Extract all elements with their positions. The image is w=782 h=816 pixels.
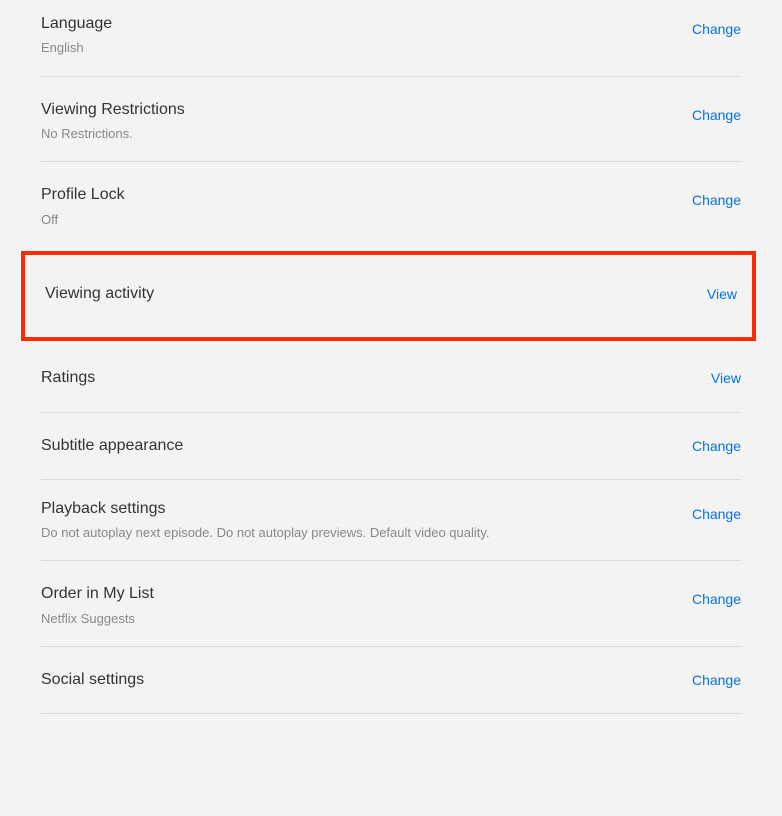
social-settings-info: Social settings [41, 669, 692, 691]
language-title: Language [41, 13, 692, 35]
viewing-activity-info: Viewing activity [45, 283, 707, 305]
viewing-restrictions-info: Viewing Restrictions No Restrictions. [41, 99, 692, 144]
language-change-link[interactable]: Change [692, 13, 741, 37]
social-settings-change-link[interactable]: Change [692, 672, 741, 688]
language-info: Language English [41, 13, 692, 58]
order-in-my-list-subtitle: Netflix Suggests [41, 610, 692, 628]
ratings-row: Ratings View [41, 341, 741, 412]
viewing-restrictions-change-link[interactable]: Change [692, 99, 741, 123]
profile-lock-info: Profile Lock Off [41, 184, 692, 229]
profile-lock-change-link[interactable]: Change [692, 184, 741, 208]
subtitle-appearance-title: Subtitle appearance [41, 435, 692, 457]
subtitle-appearance-info: Subtitle appearance [41, 435, 692, 457]
language-row: Language English Change [41, 0, 741, 77]
viewing-restrictions-subtitle: No Restrictions. [41, 125, 692, 143]
settings-list: Language English Change Viewing Restrict… [0, 0, 782, 714]
profile-lock-subtitle: Off [41, 211, 692, 229]
playback-settings-subtitle: Do not autoplay next episode. Do not aut… [41, 524, 692, 542]
language-subtitle: English [41, 39, 692, 57]
ratings-title: Ratings [41, 367, 711, 389]
viewing-restrictions-row: Viewing Restrictions No Restrictions. Ch… [41, 77, 741, 163]
ratings-view-link[interactable]: View [711, 370, 741, 386]
social-settings-title: Social settings [41, 669, 692, 691]
playback-settings-info: Playback settings Do not autoplay next e… [41, 498, 692, 543]
playback-settings-change-link[interactable]: Change [692, 498, 741, 522]
ratings-info: Ratings [41, 367, 711, 389]
social-settings-row: Social settings Change [41, 647, 741, 714]
viewing-activity-view-link[interactable]: View [707, 286, 737, 302]
viewing-activity-row: Viewing activity View [45, 283, 737, 305]
playback-settings-row: Playback settings Do not autoplay next e… [41, 480, 741, 562]
order-in-my-list-change-link[interactable]: Change [692, 583, 741, 607]
order-in-my-list-info: Order in My List Netflix Suggests [41, 583, 692, 628]
playback-settings-title: Playback settings [41, 498, 692, 520]
subtitle-appearance-change-link[interactable]: Change [692, 438, 741, 454]
subtitle-appearance-row: Subtitle appearance Change [41, 413, 741, 480]
order-in-my-list-row: Order in My List Netflix Suggests Change [41, 561, 741, 647]
viewing-activity-title: Viewing activity [45, 283, 707, 305]
profile-lock-title: Profile Lock [41, 184, 692, 206]
order-in-my-list-title: Order in My List [41, 583, 692, 605]
viewing-activity-highlight: Viewing activity View [21, 251, 756, 341]
viewing-restrictions-title: Viewing Restrictions [41, 99, 692, 121]
profile-lock-row: Profile Lock Off Change [41, 162, 741, 239]
